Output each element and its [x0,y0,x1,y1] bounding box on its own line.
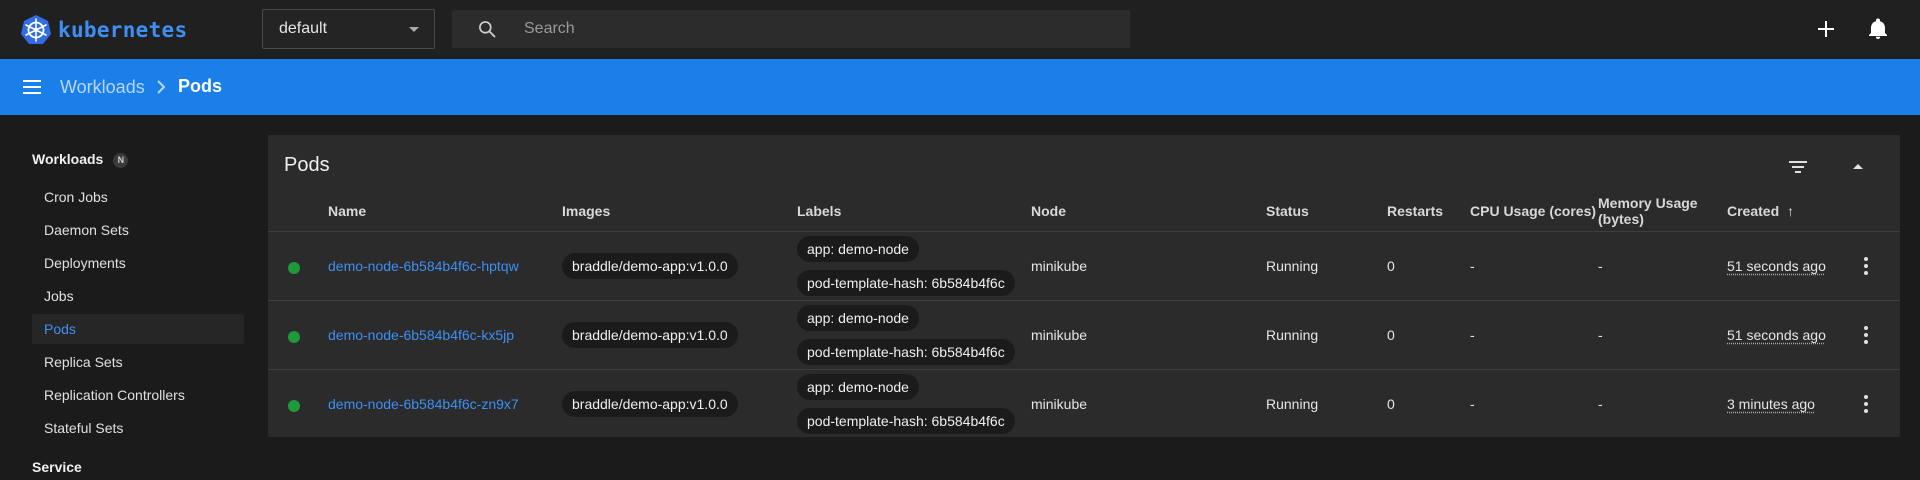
breadcrumb-current: Pods [178,76,223,96]
memory-cell: - [1598,258,1603,274]
sidebar-item-stateful-sets[interactable]: Stateful Sets [32,413,244,443]
plus-icon[interactable] [1814,17,1838,41]
menu-icon[interactable] [22,77,42,97]
col-header-created[interactable]: Created ↑ [1727,203,1794,219]
namespaced-badge: N [113,153,129,168]
chevron-right-icon [157,80,166,94]
col-header-node[interactable]: Node [1031,203,1066,219]
breadcrumb-bar: Workloads Pods [0,59,1920,115]
pods-card: Pods Name Images Labels Node Status Rest… [268,135,1900,437]
namespace-select[interactable]: default [262,9,435,49]
image-chip: braddle/demo-app:v1.0.0 [562,322,738,348]
sidebar: Workloads N Cron Jobs Daemon Sets Deploym… [0,115,250,480]
created-cell: 51 seconds ago [1727,327,1826,343]
label-chip: pod-template-hash: 6b584b4f6c [797,270,1015,296]
sidebar-item-cron-jobs[interactable]: Cron Jobs [32,182,244,212]
kubernetes-wheel-icon [21,15,51,44]
image-chip: braddle/demo-app:v1.0.0 [562,391,738,417]
namespace-value: default [279,20,328,37]
label-chip: pod-template-hash: 6b584b4f6c [797,339,1015,365]
filter-icon[interactable] [1786,155,1810,179]
memory-cell: - [1598,327,1603,343]
col-header-memory: Memory Usage (bytes) [1598,195,1698,227]
section-title: Workloads [32,151,104,167]
sidebar-section-workloads[interactable]: Workloads N [32,151,129,168]
app-name: kubernetes [58,18,188,42]
caret-down-icon [409,27,419,32]
sidebar-item-replication-controllers[interactable]: Replication Controllers [32,380,244,410]
more-vert-icon[interactable] [1854,254,1878,278]
collapse-up-icon[interactable] [1846,155,1870,179]
cpu-cell: - [1470,327,1475,343]
sort-arrow-up-icon: ↑ [1787,203,1795,219]
sidebar-item-replica-sets[interactable]: Replica Sets [32,347,244,377]
memory-line-2: (bytes) [1598,211,1644,227]
sidebar-item-jobs[interactable]: Jobs [32,281,244,311]
search-input[interactable] [524,10,1114,48]
pod-name-link[interactable]: demo-node-6b584b4f6c-zn9x7 [328,396,519,412]
restarts-cell: 0 [1387,396,1395,412]
created-header-label: Created [1727,203,1780,219]
card-title: Pods [284,154,330,176]
pod-name-link[interactable]: demo-node-6b584b4f6c-kx5jp [328,327,514,343]
cpu-cell: - [1470,396,1475,412]
search-icon [479,21,496,38]
col-header-status[interactable]: Status [1266,203,1309,219]
sidebar-item-pods[interactable]: Pods [32,314,244,344]
image-chip: braddle/demo-app:v1.0.0 [562,253,738,279]
label-chip: pod-template-hash: 6b584b4f6c [797,408,1015,434]
memory-cell: - [1598,396,1603,412]
cpu-cell: - [1470,258,1475,274]
memory-line-1: Memory Usage [1598,195,1698,211]
label-chip: app: demo-node [797,374,919,400]
label-chip: app: demo-node [797,305,919,331]
table-row[interactable]: demo-node-6b584b4f6c-zn9x7 braddle/demo-… [268,369,1900,438]
status-cell: Running [1266,396,1319,412]
status-cell: Running [1266,258,1319,274]
created-cell: 3 minutes ago [1727,396,1815,412]
status-running-icon [288,400,300,412]
restarts-cell: 0 [1387,327,1395,343]
label-chip: app: demo-node [797,236,919,262]
top-bar: kubernetes default [0,0,1920,59]
status-running-icon [288,262,300,274]
kubernetes-logo[interactable]: kubernetes [20,14,187,46]
node-cell[interactable]: minikube [1031,327,1087,343]
node-cell[interactable]: minikube [1031,396,1087,412]
sidebar-item-deployments[interactable]: Deployments [32,248,244,278]
bell-icon[interactable] [1866,17,1890,41]
col-header-images: Images [562,203,611,219]
more-vert-icon[interactable] [1854,392,1878,416]
col-header-restarts[interactable]: Restarts [1387,203,1443,219]
table-row[interactable]: demo-node-6b584b4f6c-kx5jp braddle/demo-… [268,300,1900,369]
pod-name-link[interactable]: demo-node-6b584b4f6c-hptqw [328,258,519,274]
col-header-name[interactable]: Name [328,203,366,219]
created-cell: 51 seconds ago [1727,258,1826,274]
node-cell[interactable]: minikube [1031,258,1087,274]
col-header-cpu: CPU Usage (cores) [1470,203,1597,219]
more-vert-icon[interactable] [1854,323,1878,347]
restarts-cell: 0 [1387,258,1395,274]
status-cell: Running [1266,327,1319,343]
sidebar-item-daemon-sets[interactable]: Daemon Sets [32,215,244,245]
search-bar[interactable] [452,10,1130,48]
status-running-icon [288,331,300,343]
table-row[interactable]: demo-node-6b584b4f6c-hptqw braddle/demo-… [268,231,1900,300]
col-header-labels: Labels [797,203,842,219]
breadcrumb-workloads[interactable]: Workloads [60,77,145,98]
sidebar-section-service[interactable]: Service [32,459,82,475]
